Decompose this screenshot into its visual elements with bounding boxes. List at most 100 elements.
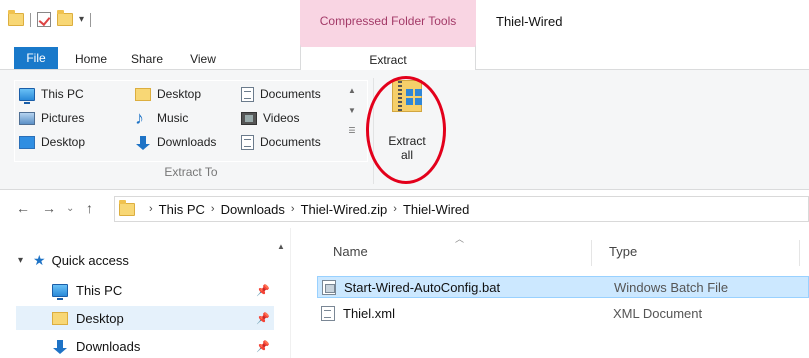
zip-folder-icon [392, 80, 422, 112]
dest-label: Documents [260, 87, 321, 101]
file-row[interactable]: Thiel.xml XML Document [317, 302, 809, 324]
ribbon-tab-row: File Home Share View Extract [0, 44, 809, 71]
new-folder-icon[interactable] [57, 10, 73, 26]
tab-file[interactable]: File [14, 47, 58, 69]
toolbar-divider [90, 12, 92, 27]
dest-desktop[interactable]: Desktop [19, 131, 85, 153]
dest-label: This PC [41, 87, 84, 101]
pin-icon: 📌 [256, 340, 270, 353]
toolbar-divider [30, 12, 31, 27]
extract-all-line1: Extract [388, 134, 426, 148]
navigation-pane: ▾ ★ Quick access This PC 📌 Desktop 📌 Dow… [0, 228, 285, 358]
recent-locations-icon[interactable]: ⌄ [66, 203, 74, 214]
tab-view[interactable]: View [178, 48, 228, 70]
nav-label: Desktop [76, 310, 124, 326]
column-header-type[interactable]: Type [609, 244, 637, 259]
group-divider [373, 78, 374, 184]
downloads-icon [135, 135, 151, 150]
breadcrumb-downloads[interactable]: Downloads [221, 202, 285, 217]
chevron-right-icon[interactable]: › [149, 203, 153, 215]
folder-icon [135, 87, 151, 101]
documents-icon [241, 86, 254, 102]
dest-documents[interactable]: Documents [241, 83, 321, 105]
chevron-down-icon[interactable]: ▾ [18, 255, 23, 266]
context-tab-label: Compressed Folder Tools [319, 14, 457, 28]
nav-quick-access[interactable]: ▾ ★ Quick access [18, 248, 268, 272]
downloads-icon [52, 339, 68, 354]
breadcrumb-this-pc[interactable]: This PC [159, 202, 205, 217]
scroll-down-icon[interactable]: ▼ [345, 101, 359, 121]
scroll-up-icon[interactable]: ▲ [345, 81, 359, 101]
nav-item-desktop[interactable]: Desktop 📌 [16, 306, 274, 330]
file-name: Start-Wired-AutoConfig.bat [344, 279, 501, 295]
chevron-right-icon[interactable]: › [291, 203, 295, 215]
nav-item-downloads[interactable]: Downloads 📌 [16, 334, 274, 358]
file-type: Windows Batch File [614, 279, 729, 295]
nav-label: Downloads [76, 338, 141, 354]
chevron-right-icon[interactable]: › [211, 203, 215, 215]
nav-item-this-pc[interactable]: This PC 📌 [16, 278, 274, 302]
dest-label: Downloads [157, 135, 217, 149]
extract-to-gallery: This PC Pictures Desktop Desktop Music D… [14, 80, 368, 162]
address-bar[interactable]: › This PC › Downloads › Thiel-Wired.zip … [114, 196, 809, 222]
back-arrow-icon[interactable]: ← [16, 200, 30, 216]
customize-toolbar-icon[interactable]: ▾ [79, 14, 84, 25]
tab-home[interactable]: Home [66, 48, 116, 70]
nav-label: This PC [76, 282, 123, 298]
dest-label: Pictures [41, 111, 85, 125]
this-pc-icon [19, 87, 35, 104]
nav-label: Quick access [51, 252, 129, 268]
chevron-right-icon[interactable]: › [393, 203, 397, 215]
tab-share[interactable]: Share [122, 48, 172, 70]
file-list: ︿ Name Type Start-Wired-AutoConfig.bat W… [291, 228, 809, 358]
this-pc-icon [52, 283, 68, 300]
tab-extract[interactable]: Extract [300, 44, 476, 71]
file-type: XML Document [613, 305, 703, 321]
documents-icon [241, 134, 254, 150]
folder-icon [119, 199, 135, 216]
scroll-up-icon[interactable]: ▲ [277, 242, 285, 251]
dest-label: Desktop [41, 135, 86, 149]
breadcrumb-folder[interactable]: Thiel-Wired [403, 202, 469, 217]
folder-icon [52, 311, 68, 325]
address-bar-row: ← → ⌄ ↑ › This PC › Downloads › Thiel-Wi… [0, 190, 809, 228]
group-label-extract-to: Extract To [164, 165, 218, 179]
pin-icon: 📌 [256, 312, 270, 325]
column-divider[interactable] [591, 240, 592, 266]
dest-music[interactable]: Music [135, 107, 188, 129]
pictures-icon [19, 111, 35, 125]
dest-pictures[interactable]: Pictures [19, 107, 84, 129]
extract-all-button[interactable]: Extract all [376, 78, 438, 164]
dest-label: Videos [263, 111, 300, 125]
extract-all-label: Extract all [376, 134, 438, 162]
dest-this-pc[interactable]: This PC [19, 83, 84, 105]
file-row[interactable]: Start-Wired-AutoConfig.bat Windows Batch… [317, 276, 809, 298]
properties-icon[interactable] [37, 12, 51, 27]
breadcrumb-zip[interactable]: Thiel-Wired.zip [301, 202, 388, 217]
column-header-name[interactable]: Name [333, 244, 368, 259]
batch-file-icon [322, 279, 336, 295]
dest-videos[interactable]: Videos [241, 107, 299, 129]
desktop-icon [19, 135, 35, 149]
dest-label: Desktop [157, 87, 202, 101]
folder-icon [8, 10, 24, 26]
music-icon [135, 108, 151, 129]
pin-icon: 📌 [256, 284, 270, 297]
videos-icon [241, 111, 257, 125]
extract-all-line2: all [400, 148, 413, 162]
gallery-more-icon[interactable]: ☰ [345, 121, 359, 141]
ribbon: This PC Pictures Desktop Desktop Music D… [0, 70, 809, 190]
dest-downloads[interactable]: Downloads [135, 131, 216, 153]
star-icon: ★ [33, 251, 46, 268]
dest-documents-2[interactable]: Documents [241, 131, 321, 153]
dest-label: Documents [260, 135, 321, 149]
dest-desktop-folder[interactable]: Desktop [135, 83, 201, 105]
dest-label: Music [157, 111, 189, 125]
column-divider[interactable] [799, 240, 800, 266]
sort-ascending-icon: ︿ [455, 234, 465, 244]
up-arrow-icon[interactable]: ↑ [86, 200, 93, 216]
window-title: Thiel-Wired [496, 14, 563, 29]
forward-arrow-icon[interactable]: → [42, 200, 56, 216]
gallery-scroller: ▲ ▼ ☰ [345, 81, 359, 147]
file-name: Thiel.xml [343, 305, 396, 321]
